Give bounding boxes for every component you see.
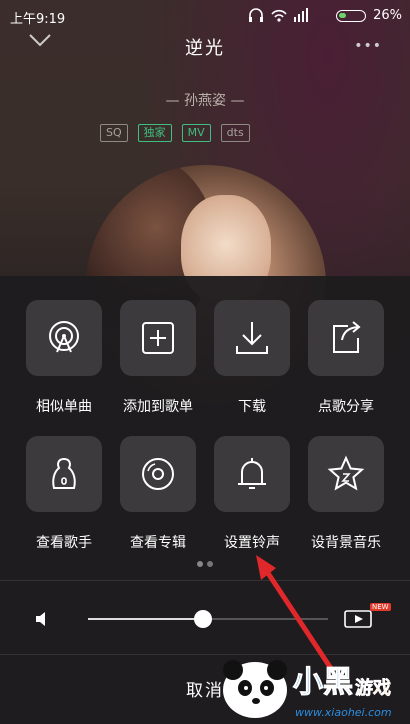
set-ringtone-button[interactable] <box>214 436 290 512</box>
status-time: 上午9:19 <box>10 12 66 27</box>
svg-text:游戏: 游戏 <box>355 677 391 699</box>
star-icon <box>327 455 365 491</box>
page-indicator <box>195 561 215 569</box>
svg-text:小黑: 小黑 <box>293 665 353 700</box>
video-icon[interactable] <box>344 610 372 628</box>
battery-percent: 26% <box>373 8 402 23</box>
add-square-icon <box>142 322 174 354</box>
set-background-music-button[interactable] <box>308 436 384 512</box>
set-ringtone-label: 设置铃声 <box>224 535 280 551</box>
badge-sq: SQ <box>100 124 128 142</box>
add-to-playlist-label: 添加到歌单 <box>123 399 193 415</box>
view-album-button[interactable] <box>120 436 196 512</box>
set-background-music-label: 设背景音乐 <box>311 535 381 551</box>
volume-slider[interactable] <box>88 610 328 628</box>
view-artist-label: 查看歌手 <box>36 535 92 551</box>
watermark-logo: 小黑 游戏 www.xiaohei.com <box>223 660 392 719</box>
badge-exclusive: 独家 <box>137 124 172 142</box>
share-label: 点歌分享 <box>318 399 374 415</box>
status-bar: 上午9:19 26% <box>0 0 410 30</box>
share-icon <box>333 321 361 353</box>
wifi-icon <box>271 9 287 18</box>
battery-icon <box>336 10 366 22</box>
similar-songs-button[interactable] <box>26 300 102 376</box>
download-label: 下载 <box>238 399 266 415</box>
radar-icon <box>49 321 79 353</box>
view-artist-button[interactable] <box>26 436 102 512</box>
similar-songs-label: 相似单曲 <box>36 399 92 415</box>
svg-text:www.xiaohei.com: www.xiaohei.com <box>295 706 392 719</box>
disc-icon <box>142 458 174 490</box>
download-icon <box>236 322 268 354</box>
quality-badges: SQ 独家 MV dts <box>100 124 312 142</box>
page-dot-1 <box>197 561 203 567</box>
signal-icon <box>294 8 308 22</box>
view-album-label: 查看专辑 <box>130 535 186 551</box>
badge-dts: dts <box>220 124 250 142</box>
song-title: 逆光 <box>185 38 225 59</box>
divider <box>0 580 410 581</box>
artist-name[interactable]: — 孙燕姿 — <box>0 90 410 110</box>
status-icons <box>249 8 308 22</box>
singer-icon <box>52 457 76 489</box>
more-options-icon[interactable]: ••• <box>354 38 382 54</box>
bell-icon <box>238 458 266 489</box>
volume-slider-fill <box>88 618 204 620</box>
share-button[interactable] <box>308 300 384 376</box>
add-to-playlist-button[interactable] <box>120 300 196 376</box>
badge-mv[interactable]: MV <box>181 124 211 142</box>
download-button[interactable] <box>214 300 290 376</box>
volume-icon <box>36 612 45 626</box>
new-badge: NEW <box>370 603 391 611</box>
volume-slider-thumb[interactable] <box>194 610 213 628</box>
page-dot-2 <box>207 561 213 567</box>
